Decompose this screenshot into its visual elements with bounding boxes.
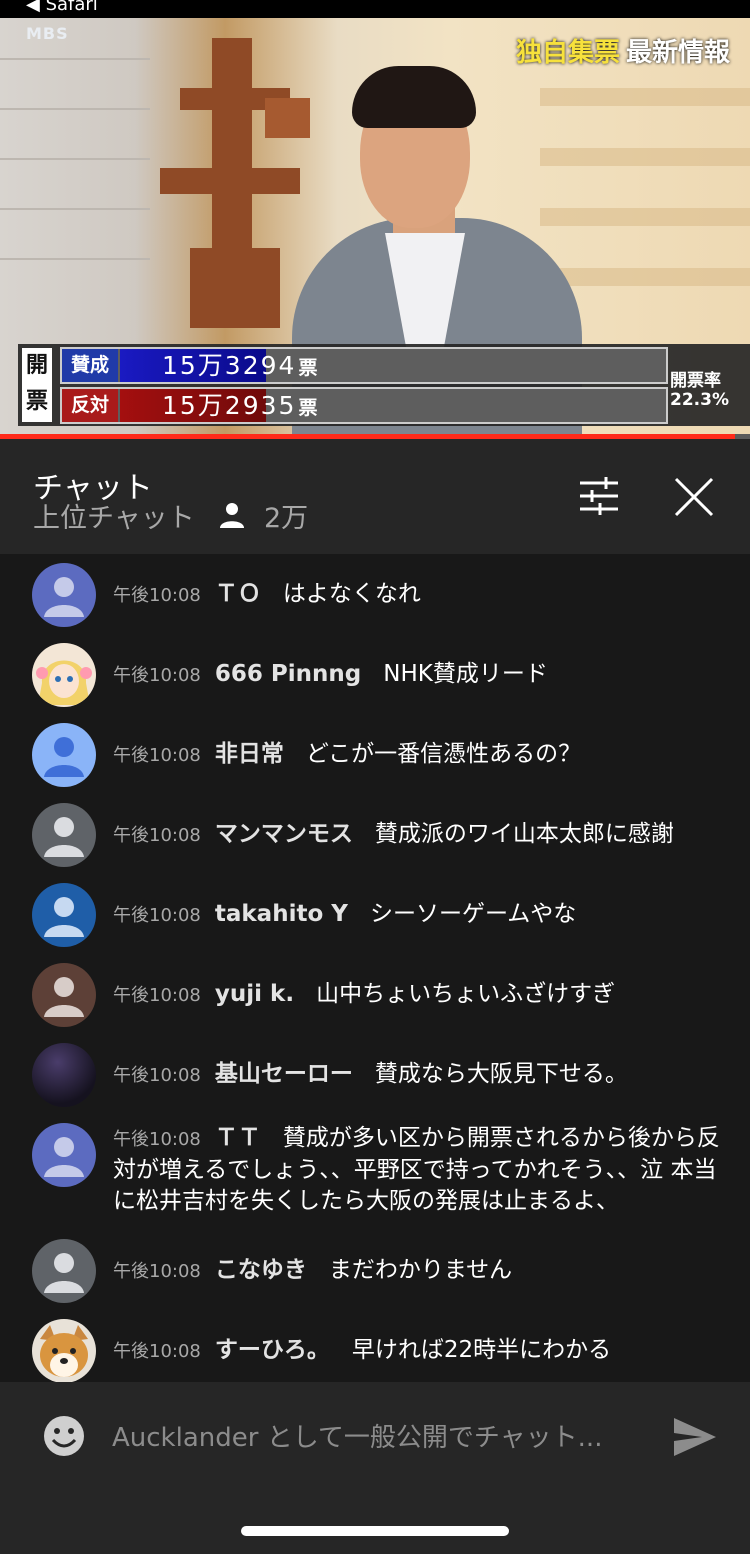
back-to-app-link[interactable]: ◀ Safari — [26, 0, 98, 15]
chat-message-text: 午後10:08 非日常 どこが一番信憑性あるの？ — [113, 741, 582, 767]
no-vote-row: 反対 15万2935 票 — [60, 387, 668, 424]
yes-label: 賛成 — [62, 349, 118, 382]
home-indicator[interactable] — [241, 1526, 509, 1536]
chat-message-text: 午後10:08 ＴＴ 賛成が多い区から開票されるから後から反対が増えるでしょう、、平… — [113, 1125, 720, 1214]
presenter-hair — [352, 66, 476, 128]
wall-slat — [0, 258, 150, 260]
send-icon[interactable] — [672, 1416, 718, 1458]
headline-white: 最新情報 — [625, 38, 730, 68]
set-decoration — [265, 98, 310, 138]
chat-message-text: 午後10:08 ＴＯ はよなくなれ — [113, 581, 421, 607]
no-count: 15万2935 票 — [162, 391, 320, 420]
chat-author: ＴＯ — [214, 581, 261, 607]
avatar[interactable] — [32, 1239, 96, 1303]
vote-count-overlay: 開 票 賛成 15万3294 票 反対 15万2935 票 開票率 22.3% — [18, 344, 750, 426]
headline-yellow: 独自集票 — [515, 38, 620, 68]
chat-author: 非日常 — [214, 741, 284, 767]
chat-message-text: 午後10:08 666 Pinnng NHK賛成リード — [113, 661, 548, 687]
chat-message-text: 午後10:08 すーひろ。 早ければ22時半にわかる — [113, 1337, 612, 1363]
avatar[interactable] — [32, 563, 96, 627]
avatar[interactable] — [32, 1043, 96, 1107]
avatar[interactable] — [32, 643, 96, 707]
kaihyo-bottom: 票 — [25, 389, 48, 414]
chat-input-bar: Aucklander として一般公開でチャット... — [0, 1382, 750, 1554]
viewer-count: 2万 — [264, 503, 309, 534]
count-rate-label: 開票率 — [670, 371, 721, 391]
video-player[interactable]: MBS 独自集票 最新情報 開 票 賛成 15万3294 票 反対 15万2935 票… — [0, 18, 750, 438]
person-icon — [220, 503, 244, 528]
status-bar: ◀ Safari — [0, 0, 750, 18]
set-stripe — [540, 148, 750, 166]
avatar[interactable] — [32, 803, 96, 867]
chat-author: ＴＴ — [214, 1125, 261, 1151]
count-rate-value: 22.3% — [670, 390, 729, 410]
chat-message-text: 午後10:08 基山セーロー 賛成なら大阪見下せる。 — [113, 1061, 628, 1087]
chat-author: yuji k. — [214, 981, 295, 1007]
avatar[interactable] — [32, 723, 96, 787]
wall-slat — [0, 58, 150, 60]
headline-banner: 独自集票 最新情報 — [516, 32, 730, 69]
chat-author: こなゆき — [214, 1257, 307, 1283]
kaihyo-label: 開 票 — [22, 348, 52, 422]
chat-author: 基山セーロー — [214, 1061, 353, 1087]
avatar[interactable] — [32, 963, 96, 1027]
channel-logo: MBS — [26, 24, 69, 43]
set-stripe — [540, 268, 750, 286]
yes-vote-row: 賛成 15万3294 票 — [60, 347, 668, 384]
chat-message-text: 午後10:08 yuji k. 山中ちょいちょいふざけすぎ — [113, 981, 616, 1007]
avatar[interactable] — [32, 1123, 96, 1187]
close-icon[interactable] — [672, 475, 716, 519]
sliders-icon[interactable] — [576, 475, 622, 517]
chat-header: チャット 上位チャット 2万 — [0, 439, 750, 554]
chat-message-text: 午後10:08 takahito Y シーソーゲームやな — [113, 901, 577, 927]
chat-message-text: 午後10:08 マンマンモス 賛成派のワイ山本太郎に感謝 — [113, 821, 674, 847]
emoji-icon[interactable] — [42, 1414, 86, 1458]
chat-message-input[interactable]: Aucklander として一般公開でチャット... — [112, 1418, 632, 1458]
wall-slat — [0, 108, 150, 110]
chat-author: takahito Y — [214, 901, 348, 927]
avatar[interactable] — [32, 1319, 96, 1382]
set-decoration — [190, 248, 280, 328]
chat-author: 666 Pinnng — [214, 661, 362, 687]
avatar[interactable] — [32, 883, 96, 947]
set-stripe — [540, 208, 750, 226]
chat-author: すーひろ。 — [214, 1337, 330, 1363]
wall-slat — [0, 208, 150, 210]
set-stripe — [540, 88, 750, 106]
chat-message-list[interactable]: 午後10:08 ＴＯ はよなくなれ 午後10:08 666 Pinnng NHK賛成リー… — [0, 554, 750, 1382]
set-decoration — [160, 168, 300, 194]
set-decoration — [212, 38, 252, 248]
yes-count: 15万3294 票 — [162, 351, 320, 380]
chat-author: マンマンモス — [214, 821, 353, 847]
no-label: 反対 — [62, 389, 118, 422]
wall-slat — [0, 158, 150, 160]
chat-mode-dropdown[interactable]: 上位チャット — [33, 496, 195, 535]
kaihyo-top: 開 — [25, 353, 48, 378]
chat-message-text: 午後10:08 こなゆき まだわかりません — [113, 1257, 513, 1283]
